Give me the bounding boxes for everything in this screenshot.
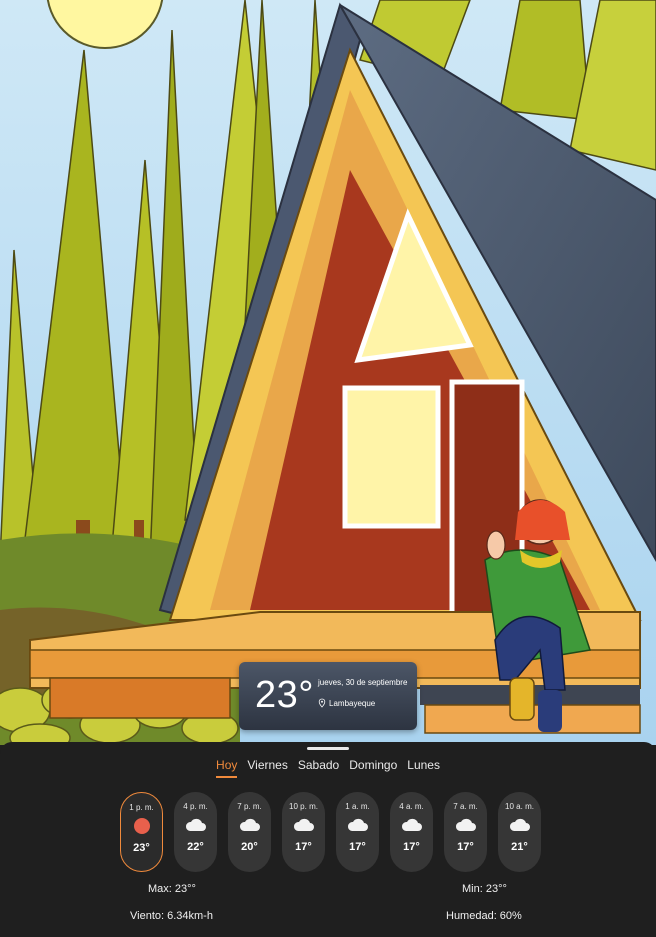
cloud-icon <box>293 817 315 833</box>
humidity: Humedad: 60% <box>446 910 522 922</box>
tab-hoy[interactable]: Hoy <box>216 758 238 778</box>
drag-handle[interactable] <box>307 747 349 750</box>
min-temp: Min: 23°° <box>462 883 507 895</box>
day-tabs: Hoy Viernes Sabado Domingo Lunes <box>0 758 656 778</box>
location-pin-icon <box>318 698 326 708</box>
max-temp: Max: 23°° <box>148 883 196 895</box>
hour-temp: 20° <box>241 841 258 853</box>
tab-lunes[interactable]: Lunes <box>407 758 440 778</box>
hour-temp: 23° <box>133 842 150 854</box>
sun-icon <box>131 818 153 834</box>
hour-temp: 17° <box>295 841 312 853</box>
hour-temp: 21° <box>511 841 528 853</box>
cloud-icon <box>347 817 369 833</box>
hour-card[interactable]: 7 p. m. 20° <box>228 792 271 872</box>
hour-card[interactable]: 4 a. m. 17° <box>390 792 433 872</box>
tab-sabado[interactable]: Sabado <box>298 758 339 778</box>
hour-card[interactable]: 10 a. m. 21° <box>498 792 541 872</box>
location-label: Lambayeque <box>329 698 376 708</box>
hour-time: 1 p. m. <box>129 803 154 812</box>
hour-time: 10 p. m. <box>289 802 318 811</box>
cloud-icon <box>185 817 207 833</box>
hour-time: 4 a. m. <box>399 802 424 811</box>
hour-card[interactable]: 1 p. m. 23° <box>120 792 163 872</box>
hour-temp: 22° <box>187 841 204 853</box>
hour-time: 1 a. m. <box>345 802 370 811</box>
current-temperature: 23° <box>255 674 314 716</box>
current-location: Lambayeque <box>318 698 375 708</box>
cloud-icon <box>239 817 261 833</box>
hour-time: 10 a. m. <box>505 802 534 811</box>
wind-speed: Viento: 6.34km-h <box>130 910 213 922</box>
current-date: jueves, 30 de septiembre <box>318 678 408 687</box>
hour-card[interactable]: 7 a. m. 17° <box>444 792 487 872</box>
hour-time: 7 p. m. <box>237 802 262 811</box>
tab-domingo[interactable]: Domingo <box>349 758 397 778</box>
hour-time: 7 a. m. <box>453 802 478 811</box>
hour-card[interactable]: 4 p. m. 22° <box>174 792 217 872</box>
hour-time: 4 p. m. <box>183 802 208 811</box>
hour-temp: 17° <box>457 841 474 853</box>
hour-card[interactable]: 10 p. m. 17° <box>282 792 325 872</box>
hourly-forecast: 1 p. m. 23° 4 p. m. 22° 7 p. m. 20° 10 p… <box>120 792 541 872</box>
tab-viernes[interactable]: Viernes <box>247 758 287 778</box>
cloud-icon <box>401 817 423 833</box>
hour-card[interactable]: 1 a. m. 17° <box>336 792 379 872</box>
cloud-icon <box>509 817 531 833</box>
forecast-panel: Hoy Viernes Sabado Domingo Lunes 1 p. m.… <box>0 742 656 937</box>
background-illustration <box>0 0 656 745</box>
current-weather-card: 23° jueves, 30 de septiembre Lambayeque <box>239 662 417 730</box>
hour-temp: 17° <box>403 841 420 853</box>
hour-temp: 17° <box>349 841 366 853</box>
cloud-icon <box>455 817 477 833</box>
